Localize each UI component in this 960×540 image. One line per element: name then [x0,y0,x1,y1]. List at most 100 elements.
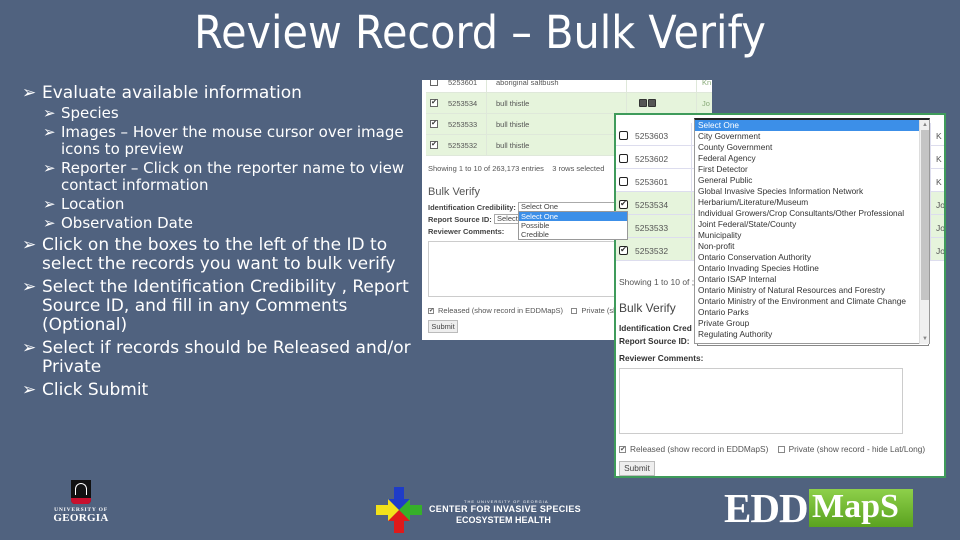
dropdown-option[interactable]: Private Group [695,318,929,329]
dropdown-scrollbar[interactable]: ▲ ▼ [919,120,929,344]
row-checkbox[interactable]: ✔ [619,246,628,255]
table-info: Showing 1 to 10 of ; [619,277,695,287]
uga-arch-icon [71,480,91,504]
row-checkbox[interactable]: ✔ [619,200,628,209]
private-label: Private (show record - hide Lat/Long) [788,444,926,454]
slide-title: Review Record – Bulk Verify [194,6,766,59]
dropdown-option[interactable]: Ontario Invading Species Hotline [695,263,929,274]
dropdown-option[interactable]: Ontario Ministry of Natural Resources an… [695,285,929,296]
species-name: bull thistle [496,120,530,129]
dropdown-option[interactable]: Individual Growers/Crop Consultants/Othe… [695,208,929,219]
table-row[interactable]: ✔ 5253534 bull thistle Jo [426,93,712,114]
dropdown-option[interactable]: Select One [695,120,919,131]
reviewer-comments-label: Reviewer Comments: [428,227,505,236]
sub-bullet-item: ➢ Observation Date [43,215,422,232]
dropdown-option[interactable]: Ontario ISAP Internal [695,274,929,285]
dropdown-option[interactable]: Non-profit [695,241,929,252]
reporter-name[interactable]: Jo [936,200,944,210]
record-id: 5253602 [635,154,669,164]
bullet-arrow-icon: ➢ [22,380,37,400]
row-checkbox[interactable]: ✔ [430,99,438,107]
bullet-arrow-icon: ➢ [43,195,56,213]
scrollbar-thumb[interactable] [921,130,929,300]
eddmaps-logo-edd: EDD [724,485,809,531]
row-checkbox[interactable] [619,131,628,140]
reviewer-comments-textarea[interactable] [428,241,628,297]
released-label: Released (show record in EDDMapS) [630,444,769,454]
scroll-up-icon[interactable]: ▲ [920,120,930,130]
private-checkbox[interactable] [571,308,578,315]
four-arrows-icon [376,487,422,533]
dropdown-option[interactable]: Regulating Authority [695,329,929,340]
released-checkbox[interactable]: ✔ [428,308,434,315]
reporter-name[interactable]: Jo [702,99,710,108]
record-id: 5253534 [635,200,669,210]
bullet-arrow-icon: ➢ [22,338,37,358]
dropdown-option[interactable]: Federal Agency [695,153,929,164]
private-checkbox[interactable] [777,446,785,454]
bullet-item: ➢ Click on the boxes to the left of the I… [22,236,422,274]
dropdown-option[interactable]: City Government [695,131,929,142]
released-checkbox[interactable]: ✔ [619,446,626,454]
reviewer-comments-label: Reviewer Comments: [619,353,704,363]
bullet-text: Location [61,195,125,213]
submit-button[interactable]: Submit [428,320,458,333]
scroll-down-icon[interactable]: ▼ [920,334,930,344]
uga-logo: UNIVERSITY OF GEORGIA [48,480,114,524]
eddmaps-logo-maps: MapS [809,489,913,527]
dropdown-option[interactable]: Ontario Parks [695,307,929,318]
row-checkbox[interactable] [619,154,628,163]
bullet-arrow-icon: ➢ [22,277,37,297]
image-icon [639,99,647,107]
row-checkbox[interactable] [430,80,438,86]
sub-bullet-item: ➢ Images – Hover the mouse cursor over im… [43,124,422,158]
reporter-name[interactable]: K [936,177,942,187]
dropdown-option[interactable]: Ontario Ministry of the Environment and … [695,296,929,307]
reviewer-comments-textarea[interactable] [619,368,903,434]
bullet-arrow-icon: ➢ [43,123,56,141]
species-name: aboriginal saltbush [496,80,559,87]
dropdown-option[interactable]: First Detector [695,164,929,175]
species-name: bull thistle [496,99,530,108]
row-checkbox[interactable]: ✔ [430,141,438,149]
cise-line2: CENTER FOR INVASIVE SPECIES [429,504,581,514]
reporter-name[interactable]: Jo [936,223,944,233]
bullet-text: Observation Date [61,214,193,232]
row-checkbox[interactable]: ✔ [430,120,438,128]
bullet-arrow-icon: ➢ [43,214,56,232]
dropdown-option[interactable]: Ontario Conservation Authority [695,252,929,263]
table-row[interactable]: 5253601 aboriginal saltbush Kn [426,80,712,93]
sub-bullet-item: ➢ Location [43,196,422,213]
sub-bullet-item: ➢ Reporter – Click on the reporter name t… [43,160,422,194]
bullet-text: Select if records should be Released and… [42,338,411,377]
reporter-name[interactable]: Kn [702,80,711,87]
bullet-item: ➢ Select if records should be Released an… [22,339,422,377]
submit-button[interactable]: Submit [619,461,655,476]
species-name: bull thistle [496,141,530,150]
dropdown-option[interactable]: Municipality [695,230,929,241]
dropdown-option[interactable]: County Government [695,142,929,153]
private-label: Private (sh [581,306,618,315]
record-id: 5253601 [448,80,478,87]
record-id: 5253532 [448,141,478,150]
record-id: 5253532 [635,246,669,256]
bullet-arrow-icon: ➢ [43,159,56,177]
dropdown-option[interactable]: Global Invasive Species Information Netw… [695,186,929,197]
table-info: Showing 1 to 10 of 263,173 entries 3 row… [428,164,605,173]
uga-logo-line2: GEORGIA [53,512,109,524]
credibility-dropdown-list: Select One Possible Credible [518,211,628,240]
reporter-name[interactable]: K [936,131,942,141]
dropdown-option[interactable]: Joint Federal/State/County [695,219,929,230]
row-checkbox[interactable] [619,177,628,186]
record-id: 5253601 [635,177,669,187]
dropdown-option[interactable]: General Public [695,175,929,186]
dropdown-option[interactable]: Select One [519,212,627,221]
reporter-name[interactable]: Jo [936,246,944,256]
image-icons[interactable] [639,99,657,109]
dropdown-option[interactable]: Credible [519,230,627,239]
dropdown-option[interactable]: Herbarium/Literature/Museum [695,197,929,208]
release-private-options: ✔ Released (show record in EDDMapS) Priva… [428,306,617,315]
bulk-verify-heading: Bulk Verify [428,186,480,198]
reporter-name[interactable]: K [936,154,942,164]
dropdown-option[interactable]: Possible [519,221,627,230]
